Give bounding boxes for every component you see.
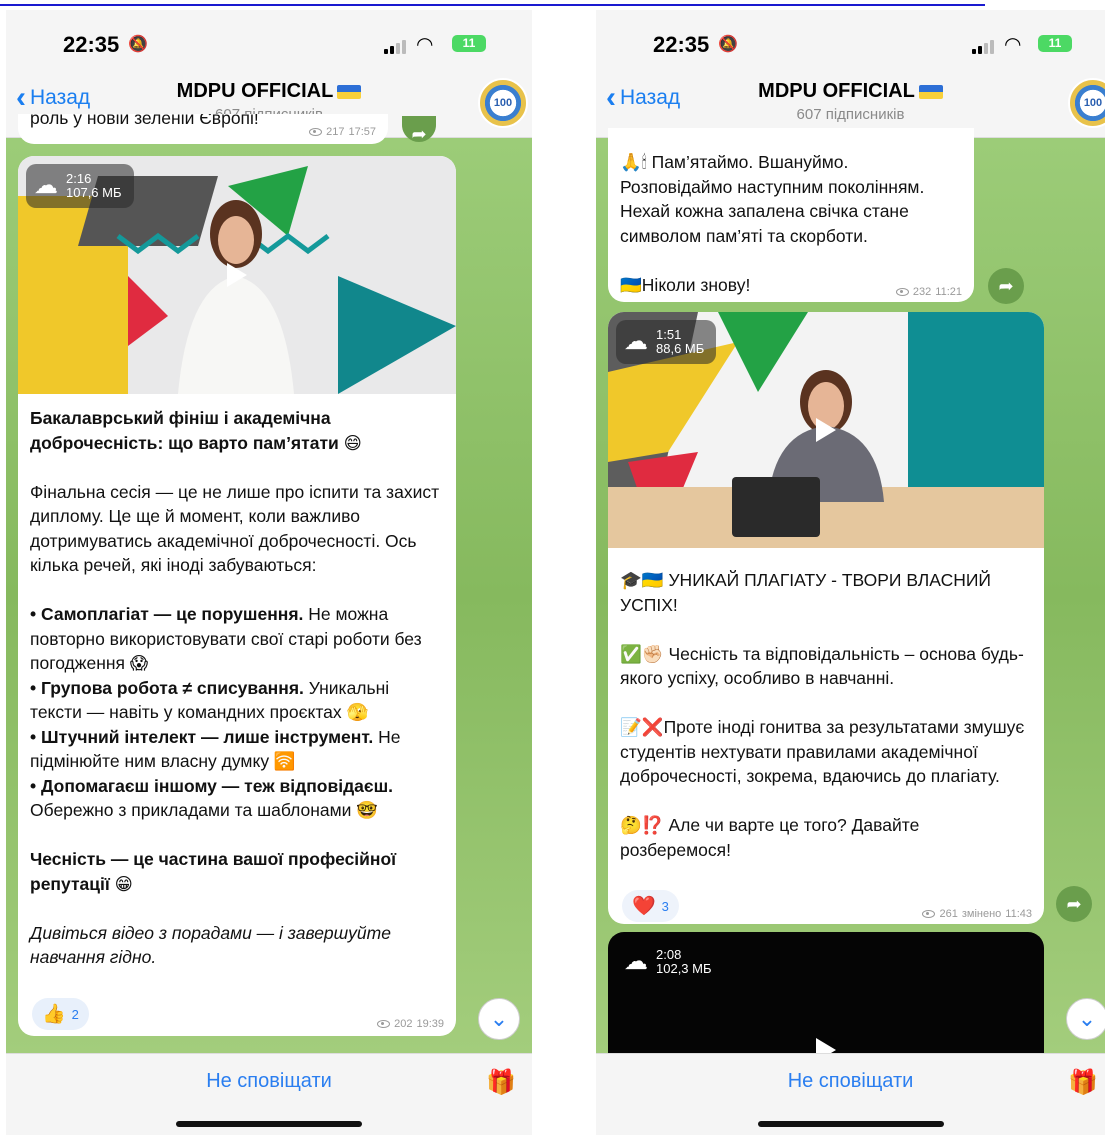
channel-title[interactable]: MDPU OFFICIAL [596,80,1105,103]
eye-icon [377,1020,391,1028]
mute-button[interactable]: Не сповіщати [6,1070,532,1093]
gift-icon[interactable]: 🎁 [1068,1068,1098,1097]
message-text: 🎓🇺🇦 УНИКАЙ ПЛАГІАТУ - ТВОРИ ВЛАСНИЙ УСПІ… [620,570,1025,860]
message-meta: 217 17:57 [309,126,376,138]
message-meta: 202 19:39 [377,1018,444,1030]
silent-bell-icon: 🔕 [718,36,738,53]
share-icon[interactable]: ➦ [1056,886,1092,922]
wifi-icon: ◠ [1004,34,1022,56]
reaction-thumbs-up[interactable]: 👍 2 [32,998,89,1030]
reaction-heart[interactable]: ❤️ 3 [622,890,679,922]
scroll-to-bottom-button[interactable]: ⌄ [478,998,520,1040]
phone-screenshot-right: 22:35 🔕 ◠ 11 ‹ Назад MDPU OFFICIAL 607 пі… [596,10,1105,1135]
clock: 22:35 [63,32,120,57]
cloud-download-icon: ☁ [624,948,648,975]
message-bubble: ☁ 1:51 88,6 МБ 🎓🇺🇦 УНИКАЙ ПЛАГІАТУ - ТВОРИ… [608,312,1044,924]
battery-icon: 11 [1038,35,1072,52]
cellular-signal-icon [972,40,994,54]
video-thumbnail[interactable]: ☁ 1:51 88,6 МБ [608,312,1044,548]
eye-icon [922,910,936,918]
download-badge[interactable]: ☁ 1:51 88,6 МБ [616,320,717,364]
clock: 22:35 [653,32,710,57]
channel-avatar[interactable]: 100 [478,78,528,128]
cellular-signal-icon [384,40,406,54]
play-icon[interactable] [816,418,836,442]
gift-icon[interactable]: 🎁 [486,1068,516,1097]
cloud-download-icon: ☁ [624,328,648,355]
status-bar: 22:35 🔕 ◠ 11 [6,10,532,72]
chevron-down-icon: ⌄ [1077,1006,1097,1031]
top-link-underline [0,0,985,6]
video-thumbnail[interactable]: ☁ 2:16 107,6 МБ [18,156,456,394]
message-meta: 232 11:21 [895,286,962,298]
home-indicator [757,1121,944,1127]
scroll-to-bottom-button[interactable]: ⌄ [1066,998,1105,1040]
cloud-download-icon: ☁ [34,172,58,199]
chevron-down-icon: ⌄ [489,1006,509,1031]
video-thumbnail[interactable]: ☁ 2:08 102,3 МБ [608,932,1044,1054]
eye-icon [895,288,909,296]
play-icon[interactable] [227,263,247,287]
message-bubble: ☁ 2:16 107,6 МБ Бакалаврський фініш і акад… [18,156,456,1036]
message-meta: 261 змінено 11:43 [922,908,1032,920]
phone-screenshot-left: 22:35 🔕 ◠ 11 ‹Назад MDPU OFFICIAL 607 пі… [6,10,532,1135]
bottom-bar: Не сповіщати 🎁 [6,1053,532,1135]
wifi-icon: ◠ [416,34,434,56]
silent-bell-icon: 🔕 [128,36,148,53]
play-icon[interactable] [816,1038,836,1054]
download-badge[interactable]: ☁ 2:08 102,3 МБ [616,940,724,984]
ukraine-flag-icon [918,84,943,99]
home-indicator [176,1121,362,1127]
channel-title[interactable]: MDPU OFFICIAL [6,80,532,103]
share-icon[interactable]: ➦ [988,268,1024,304]
message-text: 🙏🕯 Пам’ятаймо. Вшануймо. Розповідаймо на… [620,152,925,295]
eye-icon [309,128,323,136]
ukraine-flag-icon [337,84,362,99]
status-bar: 22:35 🔕 ◠ 11 [596,10,1105,72]
battery-icon: 11 [452,35,486,52]
download-badge[interactable]: ☁ 2:16 107,6 МБ [26,164,134,208]
bottom-bar: Не сповіщати 🎁 [596,1053,1105,1135]
subscriber-count: 607 підписників [796,106,905,123]
mute-button[interactable]: Не сповіщати [596,1070,1105,1093]
previous-message-bubble: роль у новій зеленій Європі! 217 17:57 [18,114,388,144]
message-text: Бакалаврський фініш і академічна доброче… [30,408,440,967]
previous-message-bubble: 🙏🕯 Пам’ятаймо. Вшануймо. Розповідаймо на… [608,128,974,302]
